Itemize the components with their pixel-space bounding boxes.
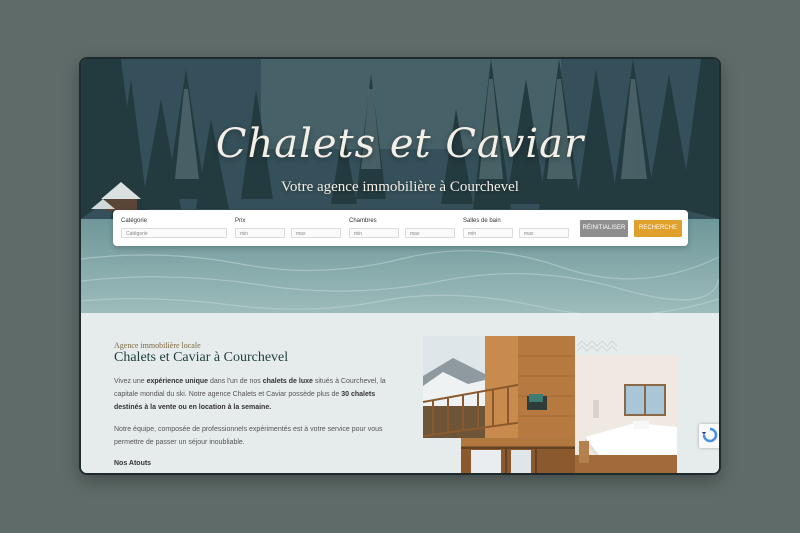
rooms-max-input[interactable]: max	[405, 228, 455, 238]
price-label: Prix	[235, 218, 246, 224]
decorative-pattern	[577, 340, 617, 352]
rooms-min-input[interactable]: min	[349, 228, 399, 238]
baths-label: Salles de bain	[463, 218, 501, 224]
intro-text-1: Vivez une	[114, 378, 147, 385]
reset-button[interactable]: RÉINITIALISER	[580, 220, 628, 237]
rooms-label: Chambres	[349, 218, 377, 224]
section-heading: Chalets et Caviar à Courchevel	[114, 350, 289, 365]
atouts-heading: Nos Atouts	[114, 460, 152, 467]
baths-min-input[interactable]: min	[463, 228, 513, 238]
baths-max-input[interactable]: max	[519, 228, 569, 238]
category-label: Catégorie	[121, 218, 148, 224]
intro-bold-1: expérience unique	[146, 378, 209, 385]
recaptcha-icon	[702, 427, 718, 443]
intro-bold-2: chalets de luxe	[262, 378, 313, 385]
category-select[interactable]: Catégorie	[121, 228, 227, 238]
section-kicker: Agence immobilière locale	[114, 341, 201, 350]
property-search-bar: Catégorie Catégorie Prix min max Chambre…	[113, 210, 688, 246]
hero-section: Chalets et Caviar Votre agence immobiliè…	[81, 59, 719, 313]
price-min-input[interactable]: min	[235, 228, 285, 238]
intro-text-2: dans l'un de nos	[208, 378, 263, 385]
hero-title: Chalets et Caviar	[215, 121, 585, 167]
team-paragraph: Notre équipe, composée de professionnels…	[114, 426, 383, 446]
intro-paragraph: Vivez une expérience unique dans l'un de…	[114, 375, 404, 414]
search-button[interactable]: RECHERCHE	[634, 220, 682, 237]
bedroom-photo	[575, 355, 677, 473]
recaptcha-badge[interactable]	[699, 424, 719, 448]
about-section: Agence immobilière locale Chalets et Cav…	[81, 313, 719, 473]
chalet-terrace-photo	[461, 438, 575, 473]
chalet-balcony-photo	[423, 336, 575, 438]
hero-subtitle: Votre agence immobilière à Courchevel	[281, 179, 519, 195]
price-max-input[interactable]: max	[291, 228, 341, 238]
browser-screen: Chalets et Caviar Votre agence immobiliè…	[81, 59, 719, 473]
